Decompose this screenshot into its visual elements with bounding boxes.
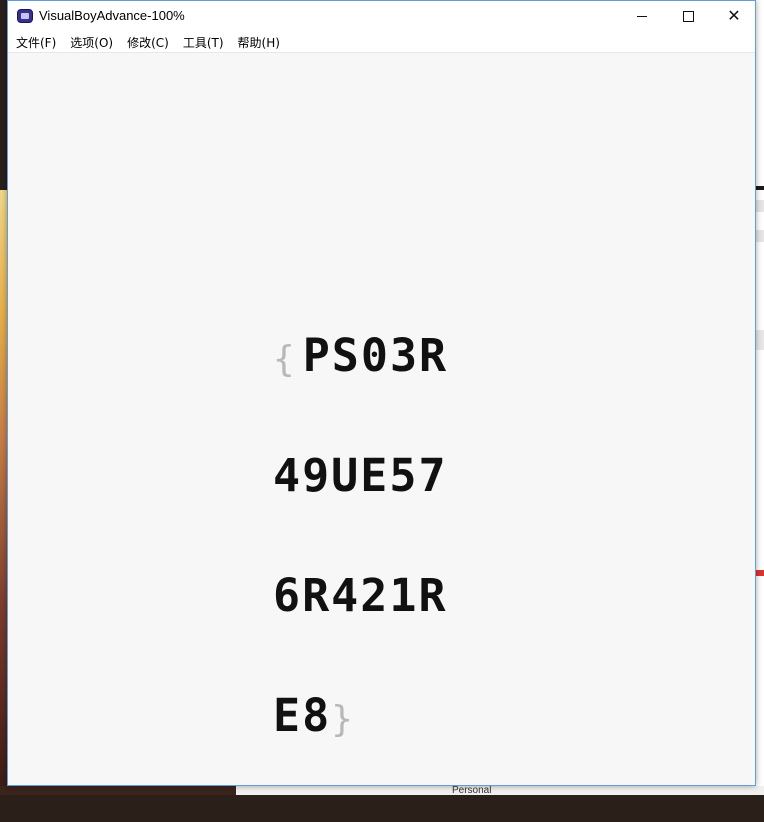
menu-file[interactable]: 文件(F) [9,34,63,51]
menu-tools[interactable]: 工具(T) [176,34,231,51]
gba-app-icon[interactable] [17,9,33,23]
close-brace: } [331,699,355,740]
password-line-2: 49UE57 [273,449,448,502]
password-line-4-text: E8 [273,689,332,742]
password-line-3: 6R421R [273,569,448,622]
password-text: {PS03R 49UE57 6R421R E8} [273,256,448,816]
menu-cheats[interactable]: 修改(C) [120,34,176,51]
menu-options[interactable]: 选项(O) [63,34,120,51]
close-icon: ✕ [727,6,741,25]
maximize-icon [682,10,694,22]
taskbar-label: Personal [452,785,492,796]
password-line-4: E8} [273,693,448,740]
emulator-window: VisualBoyAdvance-100% ✕ 文件(F) 选项(O) 修改(C… [7,0,756,786]
title-bar[interactable]: VisualBoyAdvance-100% ✕ [8,1,755,32]
menu-bar: 文件(F) 选项(O) 修改(C) 工具(T) 帮助(H) [8,32,755,52]
open-brace: { [273,339,297,380]
password-line-1-text: PS03R [302,329,449,382]
menu-help[interactable]: 帮助(H) [231,34,287,51]
minimize-button[interactable] [619,1,665,31]
close-button[interactable]: ✕ [711,1,757,31]
minimize-icon [637,15,647,17]
game-screen[interactable]: {PS03R 49UE57 6R421R E8} [8,52,755,785]
password-line-1: {PS03R [273,333,448,380]
maximize-button[interactable] [665,1,711,31]
window-title: VisualBoyAdvance-100% [39,8,185,23]
